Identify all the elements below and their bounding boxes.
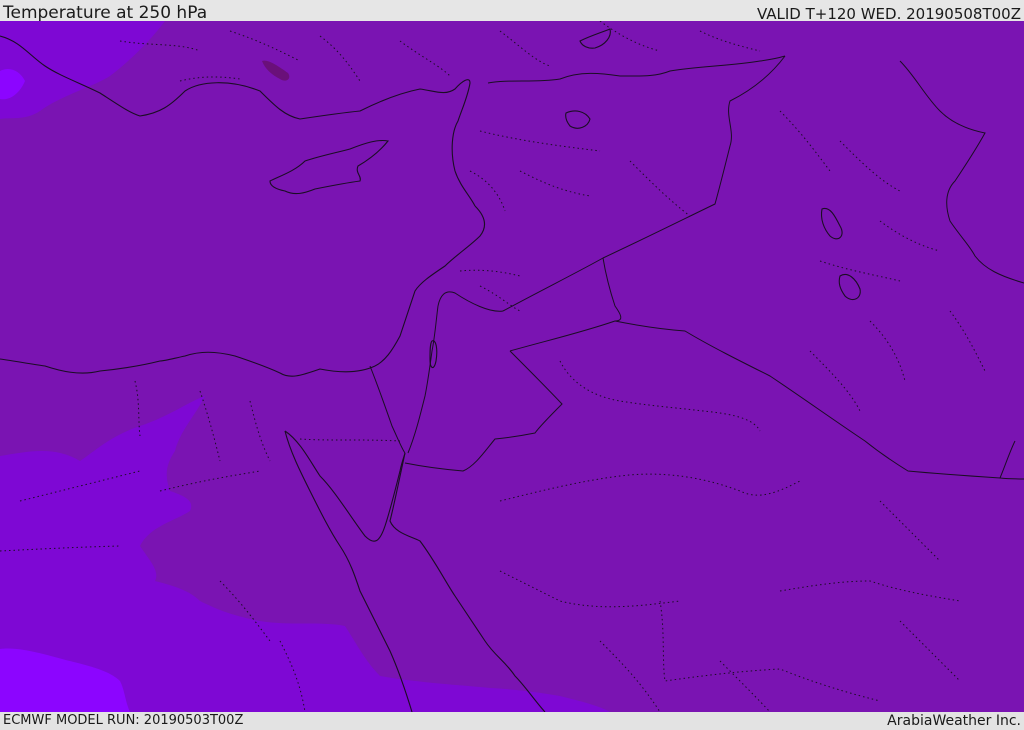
map-canvas	[0, 21, 1024, 712]
footer-bar: ECMWF MODEL RUN: 20190503T00Z ArabiaWeat…	[0, 712, 1024, 729]
weather-map[interactable]	[0, 21, 1024, 712]
header-bar: Temperature at 250 hPa VALID T+120 WED. …	[0, 0, 1024, 23]
model-run-label: ECMWF MODEL RUN: 20190503T00Z	[3, 713, 244, 728]
map-title: Temperature at 250 hPa	[3, 3, 208, 23]
brand-label: ArabiaWeather Inc.	[887, 713, 1021, 729]
